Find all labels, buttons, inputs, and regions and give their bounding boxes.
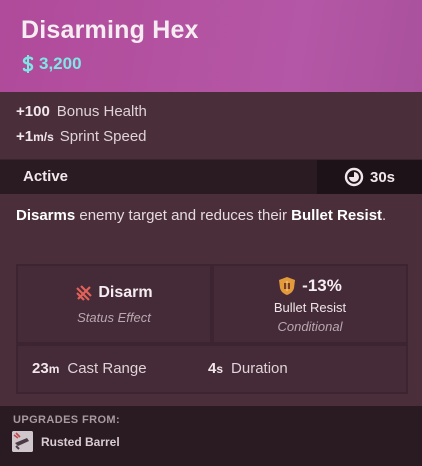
resist-condition: Conditional — [277, 319, 343, 334]
range-value: 23 — [32, 360, 49, 377]
upgrades-title: UPGRADES FROM: — [13, 414, 121, 426]
rusted-barrel-icon — [12, 431, 33, 452]
cast-range: 23 m Cast Range — [32, 360, 147, 377]
stat-bonus-health: +100 Bonus Health — [16, 103, 147, 123]
stats-list: +100 Bonus Health +1 m/s Sprint Speed — [0, 92, 422, 159]
effect-subtitle: Status Effect — [77, 310, 151, 325]
item-card: Disarming Hex 3,200 +100 Bonus Health +1… — [0, 0, 422, 466]
stat-label: Bonus Health — [56, 103, 147, 120]
duration-unit: s — [216, 362, 224, 376]
duration-label: Duration — [231, 360, 288, 377]
effects-panel: Disarm Status Effect -13% Bullet Resist … — [16, 264, 408, 394]
stat-unit: m/s — [33, 130, 54, 144]
stat-label: Sprint Speed — [59, 128, 147, 145]
disarm-icon — [76, 285, 93, 301]
desc-text: enemy target and reduces their — [75, 207, 292, 224]
item-header: Disarming Hex 3,200 — [0, 0, 422, 92]
desc-keyword-bullet-resist: Bullet Resist — [291, 207, 383, 224]
effect-disarm: Disarm Status Effect — [18, 266, 210, 342]
cost-value: 3,200 — [39, 54, 82, 73]
duration: 4 s Duration — [208, 360, 288, 377]
cooldown-clock-icon — [344, 167, 364, 187]
resist-value: -13% — [302, 276, 342, 295]
active-body: Disarms enemy target and reduces their B… — [0, 194, 422, 406]
desc-end: . — [382, 207, 387, 224]
effect-bullet-resist: -13% Bullet Resist Conditional — [214, 266, 406, 342]
stat-value: +1 — [16, 128, 34, 145]
resist-label: Bullet Resist — [273, 300, 347, 315]
item-title: Disarming Hex — [21, 16, 199, 44]
cooldown-value: 30s — [369, 168, 396, 186]
range-unit: m — [48, 362, 60, 376]
ability-description: Disarms enemy target and reduces their B… — [16, 205, 406, 227]
upgrades-section: UPGRADES FROM: Rusted Barrel — [0, 406, 422, 466]
range-duration-row: 23 m Cast Range 4 s Duration — [18, 346, 406, 392]
stat-value: +100 — [16, 103, 50, 120]
item-cost: 3,200 — [21, 53, 82, 75]
souls-currency-icon — [22, 55, 34, 73]
desc-keyword-disarms: Disarms — [16, 207, 76, 224]
stat-sprint-speed: +1 m/s Sprint Speed — [16, 128, 147, 148]
range-label: Cast Range — [67, 360, 147, 377]
upgrade-name: Rusted Barrel — [41, 434, 120, 449]
cooldown-badge: 30s — [317, 160, 422, 194]
duration-value: 4 — [208, 360, 217, 377]
bullet-shield-icon — [279, 277, 296, 295]
active-label: Active — [23, 168, 69, 185]
upgrade-item-rusted-barrel[interactable]: Rusted Barrel — [12, 431, 120, 452]
active-bar: Active 30s — [0, 160, 422, 194]
effect-name: Disarm — [98, 284, 153, 301]
